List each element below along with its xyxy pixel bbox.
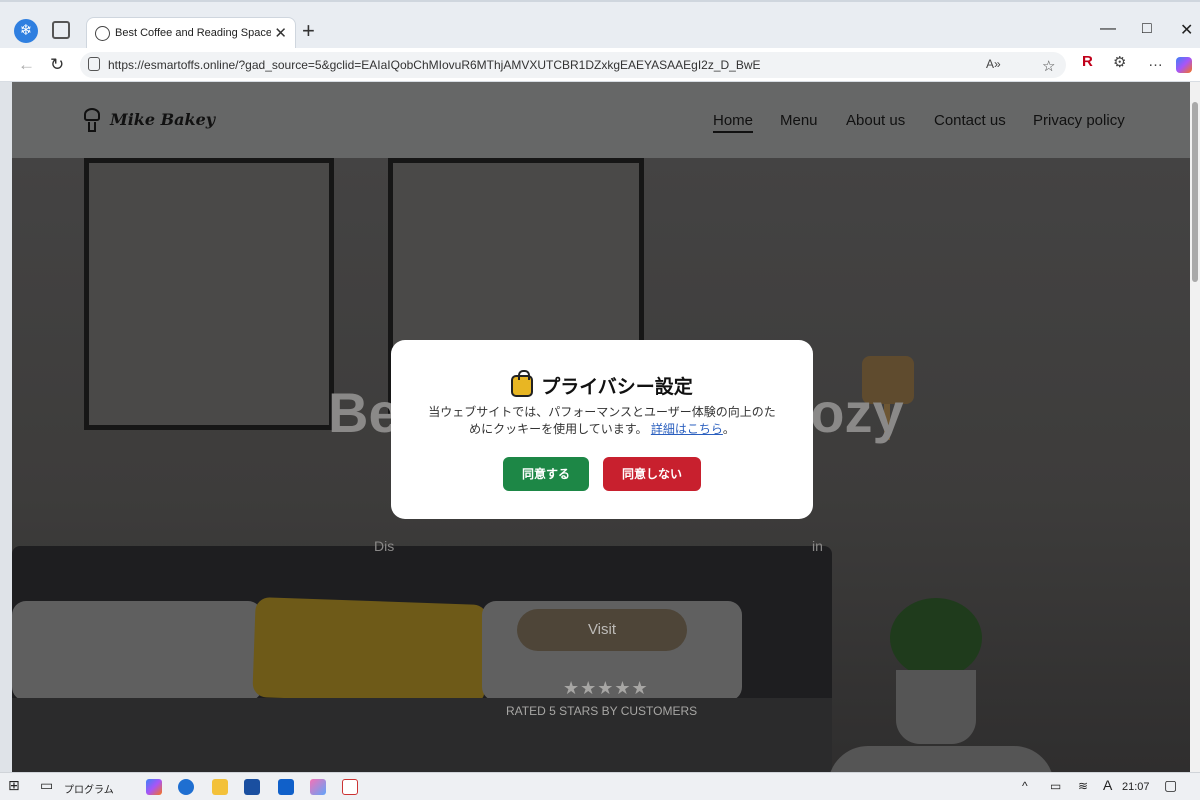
details-link[interactable]: 詳細はこちら	[651, 422, 723, 436]
browser-tab[interactable]: Best Coffee and Reading Space in ✕	[86, 17, 296, 50]
scrollbar-thumb[interactable]	[1192, 102, 1198, 282]
start-windows-icon[interactable]: ⊞	[8, 777, 20, 794]
nav-menu[interactable]: Menu	[780, 112, 818, 129]
close-window-button[interactable]: ✕	[1180, 20, 1193, 40]
battery-icon[interactable]: ▭	[1050, 779, 1061, 793]
nightstand	[828, 746, 1054, 772]
rakuten-extension-icon[interactable]: R	[1082, 53, 1093, 70]
windows-taskbar: ⊞ ▭ プログラム ^ ▭ ≋ A 21:07 ▢	[0, 772, 1200, 800]
copilot-taskbar-icon[interactable]	[146, 779, 162, 795]
page-scrollbar[interactable]	[1190, 82, 1200, 772]
plant-pot	[896, 670, 976, 744]
extensions-icon[interactable]: ⚙	[1113, 53, 1126, 71]
site-logo-text[interactable]: Mike Bakey	[110, 110, 215, 129]
address-bar-row: ← ↻ https://esmartoffs.online/?gad_sourc…	[0, 48, 1200, 82]
plant-leaves	[890, 598, 982, 678]
pillow-white-left	[12, 601, 262, 701]
site-header: Mike Bakey Home Menu About us Contact us…	[12, 82, 1190, 158]
profile-icon[interactable]: ❄	[14, 19, 38, 43]
lock-icon	[88, 57, 100, 71]
read-aloud-icon[interactable]: A»	[986, 57, 1001, 71]
padlock-icon	[511, 370, 534, 397]
edge-taskbar-icon[interactable]	[178, 779, 194, 795]
hero-subtitle-left-fragment: Dis	[374, 538, 395, 554]
tray-chevron-icon[interactable]: ^	[1022, 779, 1028, 793]
wifi-icon[interactable]: ≋	[1078, 779, 1088, 793]
wall-art-frame-left	[84, 158, 334, 430]
tree-logo-icon[interactable]	[82, 108, 102, 132]
app-red-icon[interactable]	[342, 779, 358, 795]
tab-close-icon[interactable]: ✕	[274, 24, 287, 42]
minimize-button[interactable]: —	[1100, 20, 1116, 38]
reload-button[interactable]: ↻	[50, 55, 64, 75]
copilot-app-icon[interactable]	[310, 779, 326, 795]
new-tab-button[interactable]: +	[302, 18, 315, 44]
rating-stars: ★★★★★	[563, 678, 649, 698]
agree-button[interactable]: 同意する	[503, 457, 589, 491]
dialog-message-period: 。	[722, 422, 735, 436]
nav-privacy-policy[interactable]: Privacy policy	[1033, 112, 1125, 129]
ime-indicator[interactable]: A	[1103, 777, 1112, 793]
nav-contact-us[interactable]: Contact us	[934, 112, 1006, 129]
dialog-message-line1: 当ウェブサイトでは、パフォーマンスとユーザー体験の向上のた	[428, 405, 776, 419]
store-icon[interactable]	[244, 779, 260, 795]
back-button[interactable]: ←	[18, 55, 35, 75]
program-toolbar-label[interactable]: プログラム	[64, 781, 114, 796]
bed-blanket	[12, 698, 832, 772]
outlook-icon[interactable]	[278, 779, 294, 795]
url-field[interactable]: https://esmartoffs.online/?gad_source=5&…	[80, 52, 1066, 78]
task-view-icon[interactable]: ▭	[40, 777, 53, 794]
dialog-message-line2: めにクッキーを使用しています。	[469, 422, 648, 436]
hero-subtitle-right-fragment: in	[812, 538, 823, 554]
notification-icon[interactable]: ▢	[1164, 777, 1177, 794]
clock-time[interactable]: 21:07	[1122, 781, 1150, 793]
maximize-button[interactable]: □	[1142, 20, 1152, 38]
favorite-star-icon[interactable]: ☆	[1042, 57, 1055, 75]
tab-collections-icon[interactable]	[52, 21, 70, 39]
dialog-message: 当ウェブサイトでは、パフォーマンスとユーザー体験の向上のた めにクッキーを使用し…	[419, 404, 785, 438]
tab-title: Best Coffee and Reading Space in	[115, 27, 271, 39]
decline-button[interactable]: 同意しない	[603, 457, 701, 491]
dialog-title: プライバシー設定	[541, 377, 693, 398]
file-explorer-icon[interactable]	[212, 779, 228, 795]
visit-button[interactable]: Visit	[517, 609, 687, 651]
privacy-consent-dialog: プライバシー設定 当ウェブサイトでは、パフォーマンスとユーザー体験の向上のた め…	[391, 340, 813, 519]
url-text: https://esmartoffs.online/?gad_source=5&…	[108, 58, 761, 72]
nav-home[interactable]: Home	[713, 112, 754, 133]
pillow-yellow	[252, 596, 488, 706]
browser-tab-bar: ❄ Best Coffee and Reading Space in ✕ + —…	[0, 0, 1200, 50]
globe-icon	[95, 26, 110, 41]
copilot-icon[interactable]	[1176, 57, 1192, 73]
more-menu-icon[interactable]: …	[1148, 53, 1163, 70]
page-viewport: Best Coffee and Cozy Dis in Visit ★★★★★ …	[12, 82, 1190, 772]
dialog-header: プライバシー設定	[391, 370, 813, 399]
nav-about-us[interactable]: About us	[846, 112, 905, 129]
rating-caption: RATED 5 STARS BY CUSTOMERS	[506, 704, 698, 718]
